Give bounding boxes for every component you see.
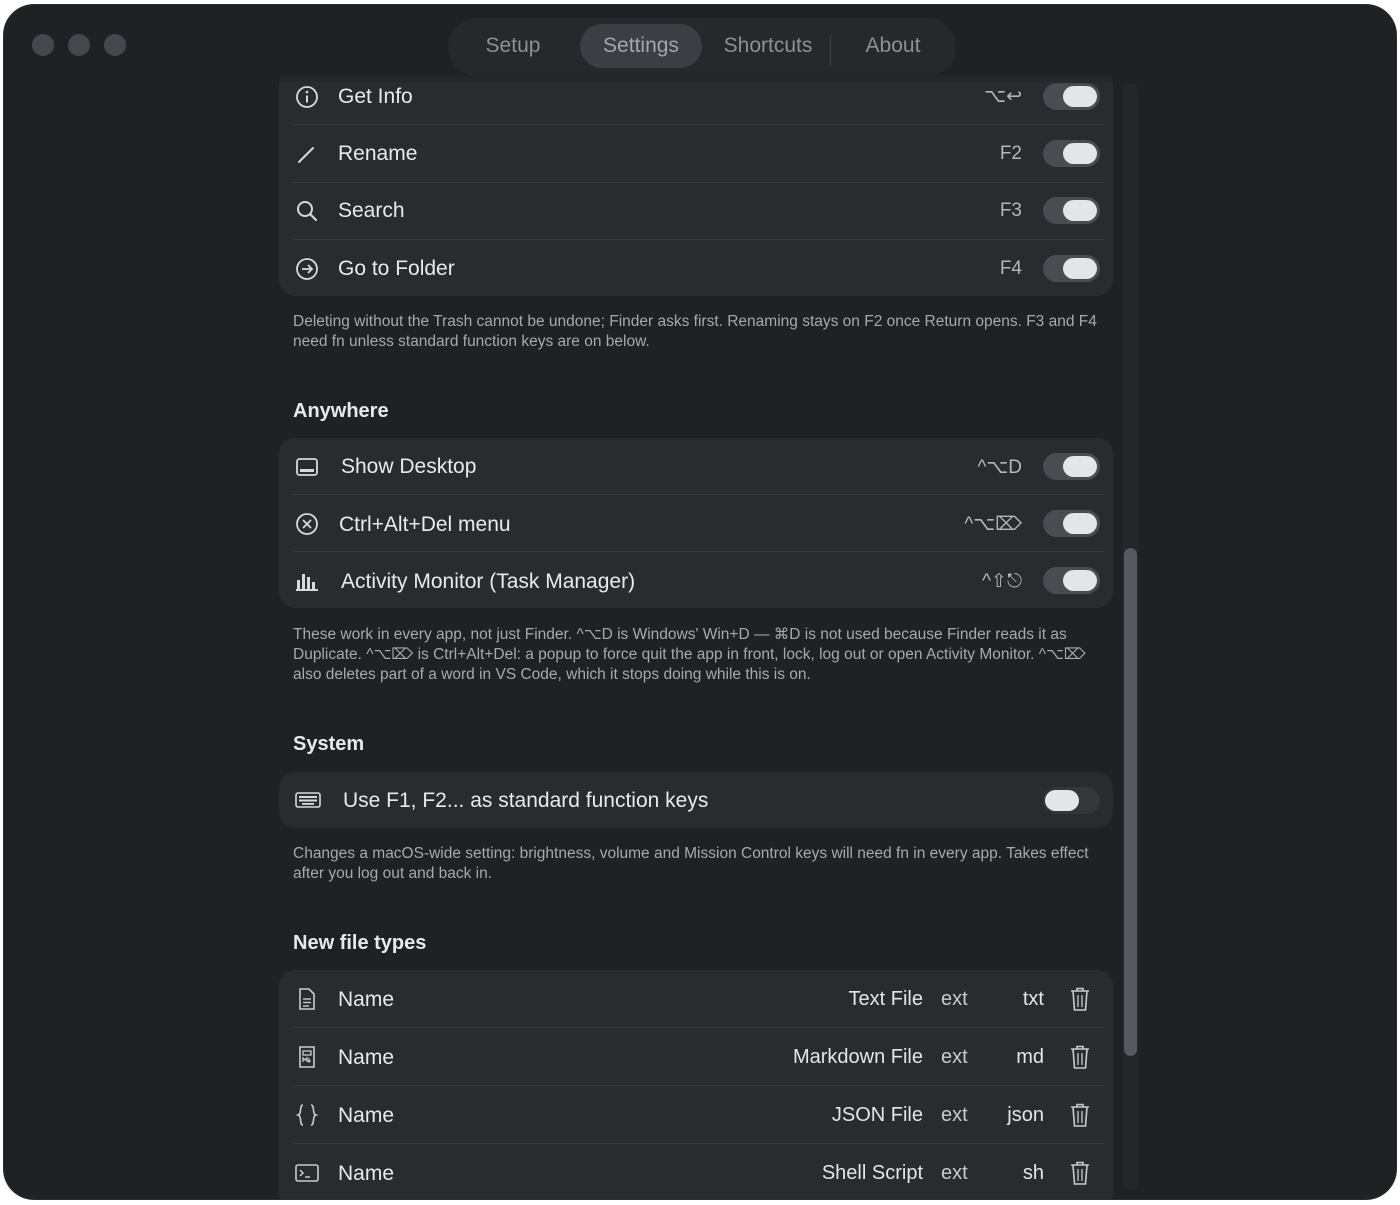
rename-toggle[interactable] (1043, 140, 1100, 167)
ext-label: ext (941, 988, 968, 1010)
section-title-new-file-types: New file types (293, 932, 427, 954)
ext-label: ext (941, 1046, 968, 1068)
shortcut-keys: ^⇧⎋ (982, 571, 1022, 592)
shortcut-keys: ⌥↩ (984, 86, 1022, 107)
ext-input[interactable]: json (1007, 1104, 1044, 1127)
row-divider (293, 1027, 1105, 1028)
toggle-knob (1063, 456, 1097, 477)
pencil-icon (298, 147, 314, 163)
document-icon (299, 988, 315, 1010)
row-divider (293, 124, 1105, 125)
finder-note: Deleting without the Trash cannot be und… (293, 313, 1097, 350)
scrollbar-thumb[interactable] (1124, 548, 1137, 1056)
shortcut-keys: F3 (999, 200, 1022, 221)
shortcut-keys: F2 (999, 143, 1022, 164)
chart-bars-icon (296, 574, 318, 591)
row-divider (293, 1143, 1105, 1144)
trash-icon[interactable] (1069, 1102, 1091, 1128)
ext-input[interactable]: txt (1023, 988, 1044, 1011)
search-toggle[interactable] (1043, 197, 1100, 224)
shortcut-keys: ^⌥D (977, 457, 1022, 478)
ext-label: ext (941, 1104, 968, 1126)
search-icon (297, 201, 318, 222)
xmark-circle-icon (296, 513, 318, 535)
toggle-knob (1063, 143, 1097, 164)
file-kind-input[interactable]: Text File (849, 988, 923, 1011)
row-label: Search (338, 199, 405, 222)
toggle-knob (1063, 86, 1097, 107)
settings-scroll-content: Get Info ⌥↩ Rename F2 Search F3 Go to Fo… (4, 5, 1392, 1199)
row-divider (293, 551, 1105, 552)
ext-input[interactable]: sh (1023, 1162, 1044, 1185)
info-icon (296, 86, 318, 108)
shortcut-keys: F4 (999, 258, 1022, 279)
function-keys-toggle[interactable] (1043, 787, 1100, 814)
markdown-doc-icon (299, 1046, 315, 1068)
file-kind-input[interactable]: Markdown File (793, 1046, 923, 1069)
row-label: Use F1, F2... as standard function keys (343, 789, 709, 812)
toggle-knob (1063, 258, 1097, 279)
tab-shortcuts[interactable]: Shortcuts (710, 24, 826, 68)
section-title-system: System (293, 733, 365, 755)
go-arrow-icon (296, 258, 318, 280)
tab-divider (830, 35, 831, 65)
trash-icon[interactable] (1069, 1044, 1091, 1070)
ext-label: ext (941, 1162, 968, 1184)
tab-setup[interactable]: Setup (458, 24, 568, 68)
row-divider (293, 494, 1105, 495)
name-label: Name (338, 988, 395, 1011)
toggle-knob (1063, 200, 1097, 221)
tab-bar: Setup Settings Shortcuts About (448, 18, 956, 76)
go-to-folder-toggle[interactable] (1043, 255, 1100, 282)
shortcut-keys: ^⌥⌦ (964, 514, 1022, 535)
activity-monitor-toggle[interactable] (1043, 567, 1100, 594)
file-kind-input[interactable]: JSON File (832, 1104, 923, 1127)
trash-icon[interactable] (1069, 1160, 1091, 1186)
close-window-button[interactable] (32, 34, 54, 56)
minimize-window-button[interactable] (68, 34, 90, 56)
row-label: Activity Monitor (Task Manager) (341, 570, 636, 593)
title-bar: Setup Settings Shortcuts About (4, 5, 1396, 85)
trash-icon[interactable] (1069, 986, 1091, 1012)
row-label: Go to Folder (338, 257, 455, 280)
curly-braces-icon (295, 1104, 319, 1126)
keyboard-icon (295, 792, 321, 808)
toggle-knob (1063, 513, 1097, 534)
app-window: Get Info ⌥↩ Rename F2 Search F3 Go to Fo… (4, 5, 1396, 1199)
row-label: Show Desktop (341, 455, 477, 478)
zoom-window-button[interactable] (104, 34, 126, 56)
ctrl-alt-del-toggle[interactable] (1043, 510, 1100, 537)
toggle-knob (1063, 570, 1097, 591)
row-divider (293, 1085, 1105, 1086)
name-label: Name (338, 1104, 395, 1127)
row-label: Get Info (338, 85, 413, 108)
section-title-anywhere: Anywhere (293, 400, 389, 422)
toggle-knob (1045, 790, 1079, 811)
row-divider (293, 239, 1105, 240)
row-divider (293, 182, 1105, 183)
tab-settings[interactable]: Settings (580, 24, 702, 68)
ext-input[interactable]: md (1016, 1046, 1044, 1069)
get-info-toggle[interactable] (1043, 83, 1100, 110)
file-kind-input[interactable]: Shell Script (822, 1162, 923, 1185)
name-label: Name (338, 1162, 395, 1185)
row-label: Ctrl+Alt+Del menu (339, 513, 511, 536)
anywhere-note: These work in every app, not just Finder… (293, 626, 1086, 683)
desktop-icon (296, 458, 318, 476)
tab-about[interactable]: About (840, 24, 946, 68)
show-desktop-toggle[interactable] (1043, 453, 1100, 480)
row-label: Rename (338, 142, 418, 165)
name-label: Name (338, 1046, 395, 1069)
system-note: Changes a macOS-wide setting: brightness… (293, 845, 1089, 882)
terminal-icon (295, 1164, 319, 1182)
